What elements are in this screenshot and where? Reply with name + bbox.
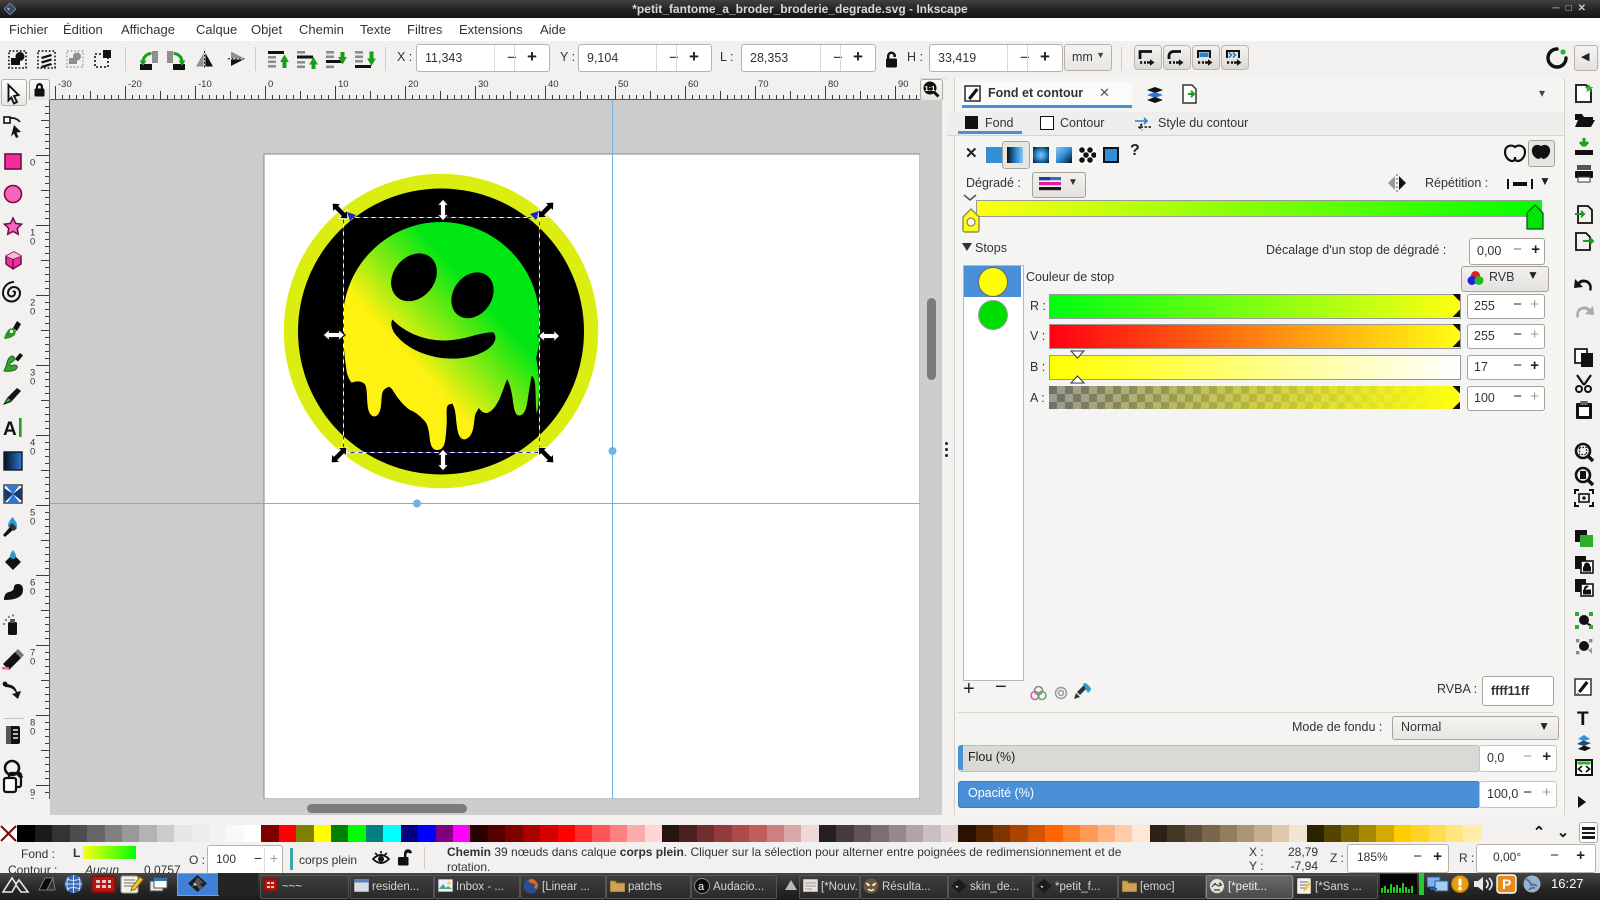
svg-text:0: 0 <box>30 158 35 169</box>
svg-text:0: 0 <box>30 657 35 668</box>
svg-text:1:1: 1:1 <box>925 84 936 93</box>
svg-text:0: 0 <box>30 587 35 598</box>
svg-text:0: 0 <box>30 727 35 738</box>
svg-text:P: P <box>1502 876 1511 892</box>
svg-text:A: A <box>3 419 17 440</box>
svg-text:60: 60 <box>688 79 699 90</box>
svg-text:0: 0 <box>30 237 35 248</box>
svg-text:-20: -20 <box>128 79 142 90</box>
svg-text:20: 20 <box>408 79 419 90</box>
svg-text:50: 50 <box>618 79 629 90</box>
svg-text:70: 70 <box>758 79 769 90</box>
svg-text:0: 0 <box>30 517 35 528</box>
svg-text:0: 0 <box>30 307 35 318</box>
svg-text:10: 10 <box>338 79 349 90</box>
svg-text:30: 30 <box>478 79 489 90</box>
svg-text:-10: -10 <box>198 79 212 90</box>
svg-text:-30: -30 <box>58 79 72 90</box>
svg-text:0: 0 <box>30 377 35 388</box>
svg-text:T: T <box>1577 709 1589 730</box>
svg-text:40: 40 <box>548 79 559 90</box>
svg-text:80: 80 <box>828 79 839 90</box>
svg-text:0: 0 <box>30 447 35 458</box>
svg-text:90: 90 <box>898 79 909 90</box>
svg-text:0: 0 <box>268 79 273 90</box>
svg-text:a: a <box>698 881 705 893</box>
